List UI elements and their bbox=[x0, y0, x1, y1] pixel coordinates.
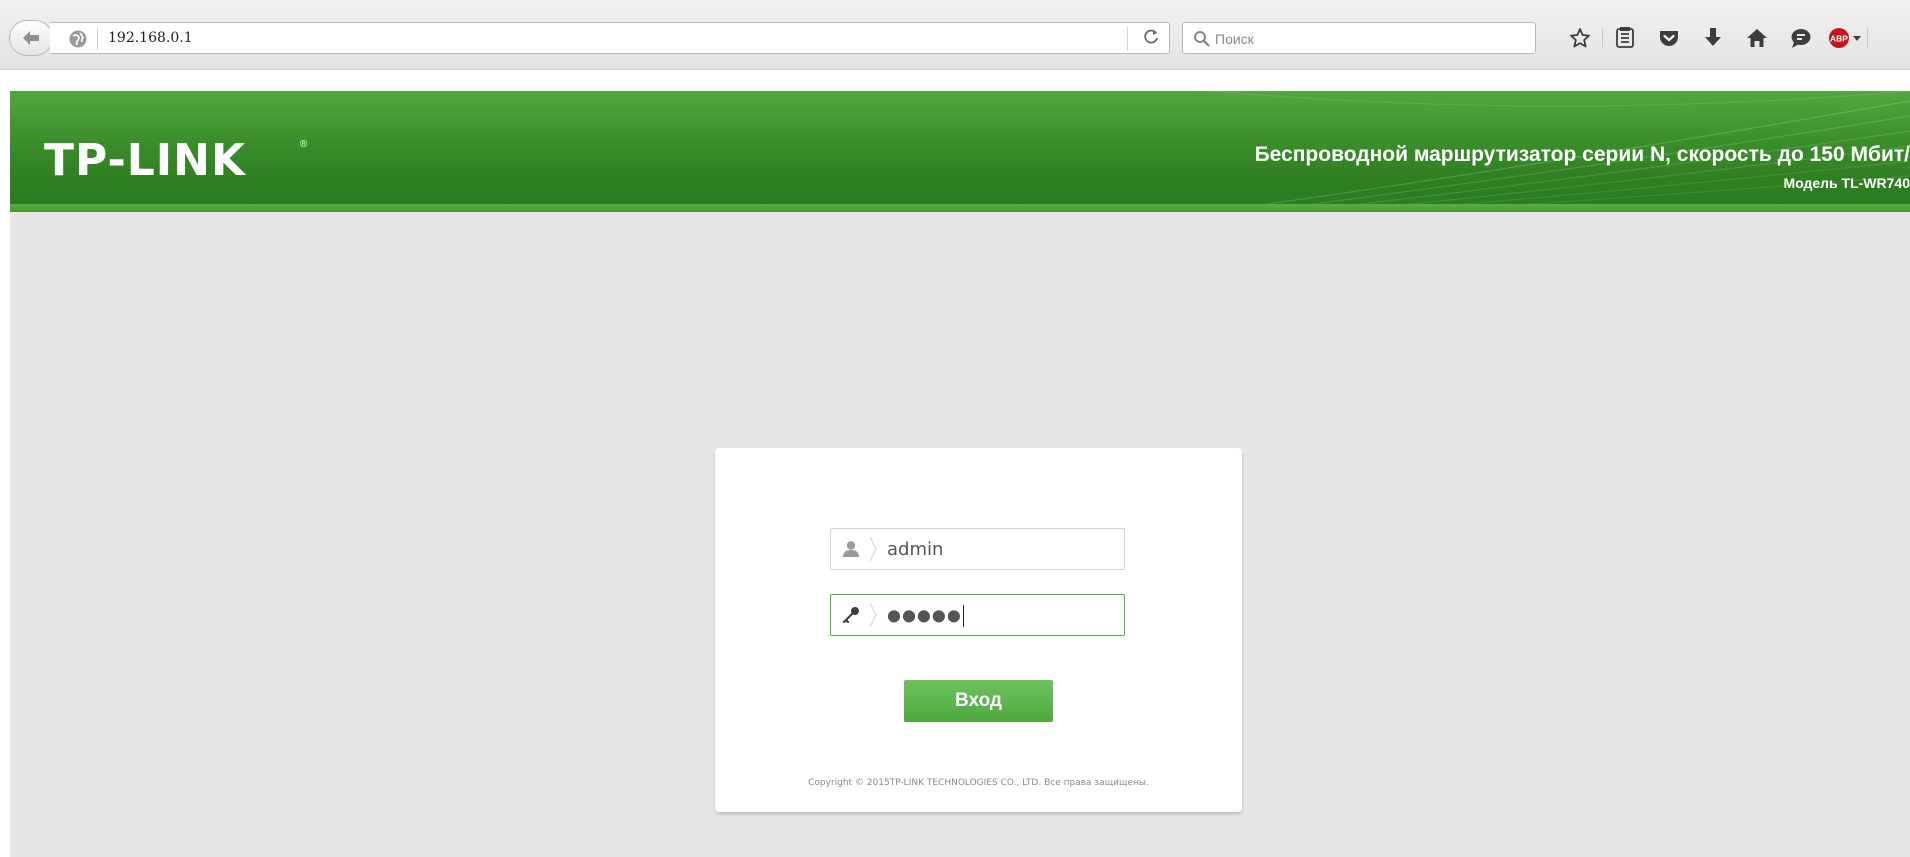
home-button[interactable] bbox=[1735, 22, 1779, 54]
reload-icon bbox=[1144, 29, 1158, 44]
url-bar[interactable]: 192.168.0.1 bbox=[50, 22, 1170, 54]
pocket-icon bbox=[1660, 31, 1678, 46]
username-icon-cell bbox=[831, 529, 871, 569]
reload-separator bbox=[1127, 27, 1128, 51]
copyright-text: Copyright © 2015TP-LINK TECHNOLOGIES CO.… bbox=[808, 778, 1149, 788]
search-placeholder: Поиск bbox=[1215, 31, 1254, 47]
toolbar-icons: ABP bbox=[1558, 22, 1868, 54]
search-bar[interactable]: Поиск bbox=[1182, 22, 1536, 54]
logo-registered-mark: ® bbox=[300, 139, 308, 150]
back-arrow-icon bbox=[23, 31, 39, 45]
reading-list-button[interactable] bbox=[1603, 22, 1647, 54]
url-text[interactable]: 192.168.0.1 bbox=[108, 30, 193, 46]
toolbar-divider-end bbox=[1867, 28, 1868, 48]
field-arrow-divider bbox=[869, 537, 877, 561]
key-icon bbox=[842, 607, 859, 624]
download-icon bbox=[1705, 28, 1721, 46]
login-button[interactable]: Вход bbox=[904, 680, 1053, 722]
password-mask: ●●●●● bbox=[887, 605, 962, 625]
password-field[interactable]: ●●●●● bbox=[830, 594, 1125, 636]
pocket-button[interactable] bbox=[1647, 22, 1691, 54]
back-button[interactable] bbox=[9, 20, 53, 56]
bookmark-button[interactable] bbox=[1558, 22, 1602, 54]
login-panel: ●●●●● Вход Copyright © 2015TP-LINK TECHN… bbox=[715, 448, 1242, 812]
chat-button[interactable] bbox=[1779, 22, 1823, 54]
browser-toolbar: 192.168.0.1 Поиск ABP bbox=[0, 0, 1910, 70]
adblock-icon: ABP bbox=[1829, 28, 1861, 48]
url-separator bbox=[97, 28, 98, 50]
user-icon bbox=[843, 541, 859, 557]
home-icon bbox=[1747, 29, 1767, 47]
adblock-button[interactable]: ABP bbox=[1823, 22, 1867, 54]
router-model: Модель TL-WR740 bbox=[1783, 175, 1910, 191]
chat-icon bbox=[1791, 29, 1811, 48]
adblock-label: ABP bbox=[1830, 34, 1848, 44]
field-arrow-divider-pass bbox=[869, 603, 877, 627]
username-field[interactable] bbox=[830, 528, 1125, 570]
page-viewport: TP-LINK ® Беспроводной маршрутизатор сер… bbox=[0, 71, 1910, 857]
password-icon-cell bbox=[831, 595, 871, 635]
header-bottom-stripe bbox=[10, 204, 1910, 212]
router-page: TP-LINK ® Беспроводной маршрутизатор сер… bbox=[10, 91, 1910, 857]
router-title: Беспроводной маршрутизатор серии N, скор… bbox=[1254, 143, 1910, 166]
download-button[interactable] bbox=[1691, 22, 1735, 54]
password-input[interactable]: ●●●●● bbox=[887, 605, 964, 627]
tp-link-logo: TP-LINK bbox=[44, 135, 247, 186]
search-icon bbox=[1194, 31, 1210, 47]
globe-icon bbox=[69, 30, 87, 48]
bookmark-star-icon bbox=[1570, 28, 1590, 48]
text-caret bbox=[962, 605, 964, 627]
reload-button[interactable] bbox=[1143, 29, 1159, 50]
username-input[interactable] bbox=[887, 529, 1117, 569]
router-header: TP-LINK ® Беспроводной маршрутизатор сер… bbox=[10, 91, 1910, 212]
reading-list-icon bbox=[1616, 27, 1634, 48]
